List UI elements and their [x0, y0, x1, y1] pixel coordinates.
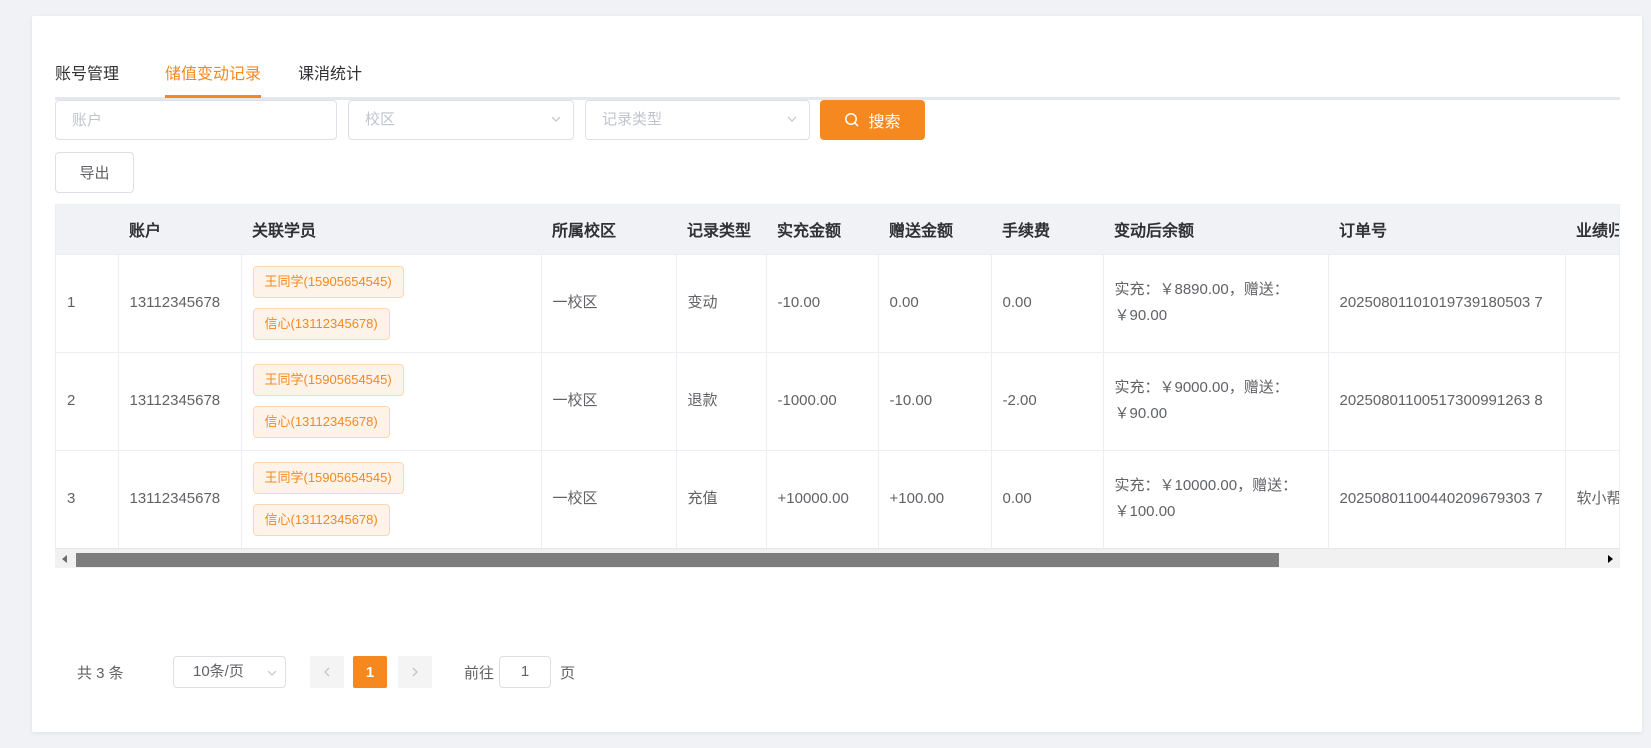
page-size-value: 10条/页 [193, 663, 244, 680]
goto-page-input[interactable]: 1 [499, 656, 551, 688]
cell-order-no: 20250801100517300991263 8 [1328, 352, 1566, 451]
chevron-down-icon [551, 116, 561, 122]
column-header-real-amount: 实充金额 [766, 205, 878, 255]
table-header: 账户 关联学员 所属校区 记录类型 实充金额 赠送金额 手续费 变动后余额 订单… [56, 205, 1619, 255]
tab-account-management[interactable]: 账号管理 [55, 65, 119, 96]
column-header-index [56, 205, 118, 255]
cell-balance: 实充：￥10000.00，赠送：￥100.00 [1103, 450, 1329, 549]
cell-order-no: 20250801100440209679303 7 [1328, 450, 1566, 549]
cell-index: 1 [56, 254, 119, 353]
cell-performance [1565, 352, 1619, 451]
cell-account: 13112345678 [118, 254, 242, 353]
cell-gift-amount: -10.00 [878, 352, 992, 451]
search-button[interactable]: 搜索 [820, 100, 925, 140]
cell-campus: 一校区 [541, 352, 677, 451]
column-header-students: 关联学员 [241, 205, 541, 255]
cell-index: 3 [56, 450, 119, 549]
cell-campus: 一校区 [541, 450, 677, 549]
column-header-record-type: 记录类型 [676, 205, 766, 255]
prev-page-button[interactable] [310, 656, 344, 688]
scroll-right-icon[interactable] [1604, 553, 1616, 565]
goto-label: 前往 [464, 664, 495, 682]
cell-real-amount: +10000.00 [766, 450, 879, 549]
column-header-gift-amount: 赠送金额 [878, 205, 991, 255]
tab-balance-records[interactable]: 储值变动记录 [165, 65, 262, 98]
student-tag: 信心(13112345678) [252, 406, 390, 438]
column-header-balance: 变动后余额 [1103, 205, 1328, 255]
account-input-wrap [55, 100, 337, 140]
cell-gift-amount: 0.00 [878, 254, 992, 353]
student-tag: 信心(13112345678) [252, 504, 390, 536]
cell-students: 王同学(15905654545) 信心(13112345678) [241, 450, 542, 549]
campus-select[interactable]: 校区 [348, 100, 574, 140]
cell-performance: 软小帮 [1565, 450, 1619, 549]
cell-fee: -2.00 [991, 352, 1104, 451]
main-card: 账号管理 储值变动记录 课消统计 校区 记录类型 搜索 导出 账户 [32, 16, 1642, 732]
cell-balance: 实充：￥8890.00，赠送：￥90.00 [1103, 254, 1329, 353]
cell-account: 13112345678 [118, 450, 242, 549]
page-size-select[interactable]: 10条/页 [173, 656, 286, 688]
cell-order-no: 20250801101019739180503 7 [1328, 254, 1566, 353]
scroll-left-icon[interactable] [59, 553, 71, 565]
page-number-current[interactable]: 1 [353, 656, 387, 688]
cell-gift-amount: +100.00 [878, 450, 992, 549]
cell-campus: 一校区 [541, 254, 677, 353]
cell-performance [1565, 254, 1619, 353]
chevron-down-icon [787, 116, 797, 122]
export-button[interactable]: 导出 [55, 152, 134, 193]
search-icon [845, 113, 860, 127]
column-header-account: 账户 [118, 205, 241, 255]
records-table: 账户 关联学员 所属校区 记录类型 实充金额 赠送金额 手续费 变动后余额 订单… [55, 204, 1620, 567]
student-tag: 王同学(15905654545) [252, 364, 404, 396]
record-type-select[interactable]: 记录类型 [585, 100, 810, 140]
cell-record-type: 充值 [676, 450, 767, 549]
cell-account: 13112345678 [118, 352, 242, 451]
cell-fee: 0.00 [991, 254, 1104, 353]
next-page-button[interactable] [398, 656, 432, 688]
campus-select-placeholder: 校区 [365, 111, 396, 128]
chevron-right-icon [412, 667, 418, 677]
cell-real-amount: -1000.00 [766, 352, 879, 451]
account-input[interactable] [72, 101, 336, 139]
column-header-fee: 手续费 [991, 205, 1103, 255]
search-button-label: 搜索 [868, 114, 901, 131]
student-tag: 信心(13112345678) [252, 308, 390, 340]
cell-index: 2 [56, 352, 119, 451]
column-header-performance: 业绩归 [1565, 205, 1619, 255]
cell-balance: 实充：￥9000.00，赠送：￥90.00 [1103, 352, 1329, 451]
chevron-left-icon [324, 667, 330, 677]
pagination-total: 共 3 条 [77, 664, 124, 682]
table-row: 2 13112345678 王同学(15905654545) 信心(131123… [56, 352, 1619, 451]
cell-real-amount: -10.00 [766, 254, 879, 353]
tab-bar: 账号管理 储值变动记录 课消统计 [55, 50, 1620, 100]
record-type-select-placeholder: 记录类型 [602, 111, 663, 128]
scrollbar-thumb[interactable] [76, 553, 1279, 567]
tab-course-consumption[interactable]: 课消统计 [298, 65, 362, 96]
table-row: 1 13112345678 王同学(15905654545) 信心(131123… [56, 254, 1619, 353]
cell-fee: 0.00 [991, 450, 1104, 549]
cell-record-type: 变动 [676, 254, 767, 353]
student-tag: 王同学(15905654545) [252, 462, 404, 494]
cell-record-type: 退款 [676, 352, 767, 451]
page-suffix-label: 页 [560, 664, 576, 682]
horizontal-scrollbar[interactable] [55, 548, 1620, 568]
table-row: 3 13112345678 王同学(15905654545) 信心(131123… [56, 450, 1619, 549]
cell-students: 王同学(15905654545) 信心(13112345678) [241, 352, 542, 451]
chevron-down-icon [267, 670, 277, 676]
column-header-order-no: 订单号 [1328, 205, 1565, 255]
column-header-campus: 所属校区 [541, 205, 676, 255]
student-tag: 王同学(15905654545) [252, 266, 404, 298]
cell-students: 王同学(15905654545) 信心(13112345678) [241, 254, 542, 353]
